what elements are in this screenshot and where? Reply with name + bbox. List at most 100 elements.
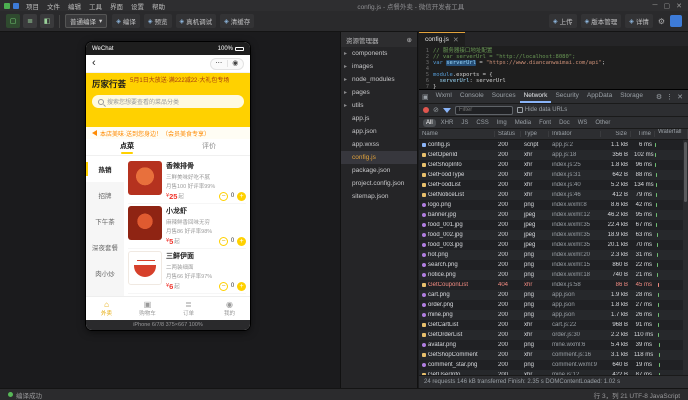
table-row[interactable]: order.png 200 png app.json 1.8 kB 27 ms — [419, 300, 688, 310]
table-row[interactable]: notice.png 200 png index.wxml:18 740 B 21 ms — [419, 270, 688, 280]
table-row[interactable]: food_001.jpg 200 jpeg index.wxml:35 22.4 kB 6… — [419, 220, 688, 230]
toolbar-button-版本管理[interactable]: ◈ 版本管理 — [580, 14, 622, 28]
filter-chip-Media[interactable]: Media — [512, 119, 534, 127]
menu-item-项目[interactable]: 项目 — [22, 1, 43, 11]
food-item-小龙虾[interactable]: 小龙虾 麻辣鲜香回味无穷 月售86 好评率98% ¥5 起 −0 + — [128, 204, 246, 249]
filter-chip-CSS[interactable]: CSS — [473, 119, 491, 127]
filter-chip-Img[interactable]: Img — [494, 119, 510, 127]
tab-点菜[interactable]: 点菜 — [86, 139, 168, 155]
column-header-Type[interactable]: Type — [521, 131, 549, 137]
food-item-三鲜伊面[interactable]: 三鲜伊面 二两装细面 月售66 好评率97% ¥6 起 −0 + — [128, 249, 246, 294]
table-row[interactable]: config.js 200 script app.js:2 1.1 kB 6 ms — [419, 140, 688, 150]
filter-chip-WS[interactable]: WS — [575, 119, 591, 127]
tabbar-item-订单[interactable]: ≣ 订单 — [168, 297, 209, 320]
toolbar-button-清缓存[interactable]: ◈ 清缓存 — [220, 14, 255, 28]
add-file-icon[interactable]: ⊕ — [407, 36, 412, 44]
network-filter-input[interactable] — [454, 105, 513, 115]
back-icon[interactable]: ‹ — [92, 58, 96, 69]
home-icon[interactable]: ◉ — [228, 60, 244, 67]
inspect-icon[interactable]: ▣ — [422, 93, 429, 101]
file-app.json[interactable]: app.json — [341, 125, 417, 138]
filter-chip-Other[interactable]: Other — [592, 119, 613, 127]
column-header-Waterfall[interactable]: Waterfall — [655, 129, 688, 139]
table-row[interactable]: comment_star.png 200 png comment.wxml:9 640 … — [419, 360, 688, 370]
file-pages[interactable]: ▸ pages — [341, 86, 417, 99]
column-header-Time[interactable]: Time — [631, 131, 655, 137]
filter-icon[interactable] — [442, 107, 451, 113]
toolbar-button-编译[interactable]: ◈ 编译 — [112, 14, 140, 28]
table-row[interactable]: GetShopInfo 200 xhr index.js:25 1.8 kB 96 ms — [419, 160, 688, 170]
devtools-tab-Wxml[interactable]: Wxml — [432, 90, 456, 103]
tab-评价[interactable]: 评价 — [168, 139, 250, 155]
devtools-tab-Storage[interactable]: Storage — [616, 90, 647, 103]
user-avatar[interactable] — [670, 15, 682, 27]
menu-item-工具[interactable]: 工具 — [85, 1, 106, 11]
table-row[interactable]: GetCartList 200 xhr cart.js:22 968 B 91 ms — [419, 320, 688, 330]
table-row[interactable]: GetShopComment 200 xhr comment.js:16 3.1 kB 1… — [419, 350, 688, 360]
file-config.js[interactable]: config.js — [341, 151, 417, 164]
column-header-Status[interactable]: Status — [495, 131, 521, 137]
table-row[interactable]: GetCouponList 404 xhr index.js:58 86 B 45 ms — [419, 280, 688, 290]
table-row[interactable]: search.png 200 png index.wxml:15 860 B 22 ms — [419, 260, 688, 270]
table-row[interactable]: GetOrderList 200 xhr order.js:30 2.2 kB 110 m… — [419, 330, 688, 340]
tabbar-item-我的[interactable]: ◉ 我的 — [209, 297, 250, 320]
plus-icon[interactable]: + — [237, 281, 246, 291]
menu-item-设置[interactable]: 设置 — [127, 1, 148, 11]
search-input[interactable]: 搜索您想要查看的菜品分类 — [92, 95, 244, 108]
more-icon[interactable]: ⋯ — [211, 60, 228, 67]
table-row[interactable]: GetFoodList 200 xhr index.js:40 5.2 kB 134 ms — [419, 180, 688, 190]
file-app.wxss[interactable]: app.wxss — [341, 138, 417, 151]
filter-chip-Font[interactable]: Font — [536, 119, 554, 127]
menu-item-界面[interactable]: 界面 — [106, 1, 127, 11]
toolbar-button-预览[interactable]: ◈ 预览 — [143, 14, 172, 28]
category-肉小炒[interactable]: 肉小炒 — [86, 260, 124, 286]
gear-icon[interactable]: ⚙ — [658, 17, 665, 26]
column-header-Size[interactable]: Size — [601, 131, 631, 137]
toolbar-button-详情[interactable]: ◈ 详情 — [625, 14, 653, 28]
devtools-close-icon[interactable]: ✕ — [677, 93, 683, 101]
filter-chip-All[interactable]: All — [423, 118, 436, 127]
table-row[interactable]: food_003.jpg 200 jpeg index.wxml:35 20.1 kB 7… — [419, 240, 688, 250]
file-components[interactable]: ▸ components — [341, 47, 417, 60]
devtools-tab-Network[interactable]: Network — [519, 90, 552, 103]
table-row[interactable]: logo.png 200 png index.wxml:8 8.6 kB 42 ms — [419, 200, 688, 210]
code-area[interactable]: 1// 服务器接口地址配置 2// var serverUrl = "http:/… — [419, 46, 688, 92]
close-icon[interactable]: ✕ — [676, 2, 682, 10]
table-row[interactable]: avatar.png 200 png mine.wxml:6 5.4 kB 39 ms — [419, 340, 688, 350]
table-row[interactable]: mine.png 200 png app.json 1.7 kB 26 ms — [419, 310, 688, 320]
column-header-Initiator[interactable]: Initiator — [549, 131, 601, 137]
devtools-gear-icon[interactable]: ⚙ — [656, 93, 662, 101]
toolbar-button-真机调试[interactable]: ◈ 真机调试 — [175, 14, 217, 28]
minus-icon[interactable]: − — [219, 191, 228, 201]
table-row[interactable]: GetUserInfo 200 xhr mine.js:12 422 B 87 ms — [419, 370, 688, 375]
devtools-tab-Sources[interactable]: Sources — [488, 90, 520, 103]
table-row[interactable]: hot.png 200 png index.wxml:20 2.3 kB 31 ms — [419, 250, 688, 260]
column-header-Name[interactable]: Name — [419, 131, 495, 137]
table-row[interactable]: GetNoticeList 200 xhr index.js:46 412 B 79 ms — [419, 190, 688, 200]
table-row[interactable]: banner.jpg 200 jpeg index.wxml:12 46.2 kB 95 … — [419, 210, 688, 220]
devtools-tab-Console[interactable]: Console — [456, 90, 488, 103]
compile-mode-dropdown[interactable]: 普通编译 ▾ — [65, 14, 108, 28]
menu-item-编辑[interactable]: 编辑 — [64, 1, 85, 11]
table-row[interactable]: food_002.jpg 200 jpeg index.wxml:35 18.9 kB 6… — [419, 230, 688, 240]
maximize-icon[interactable]: ▢ — [664, 2, 671, 10]
filter-chip-Doc[interactable]: Doc — [556, 119, 573, 127]
clear-icon[interactable]: ⊘ — [433, 107, 439, 114]
category-下午茶[interactable]: 下午茶 — [86, 208, 124, 234]
table-row[interactable]: GetOpenId 200 xhr app.js:18 356 B 102 ms — [419, 150, 688, 160]
file-app.js[interactable]: app.js — [341, 112, 417, 125]
file-project.config.json[interactable]: project.config.json — [341, 177, 417, 190]
toolbar-button-上传[interactable]: ◈ 上传 — [548, 14, 577, 28]
food-item-香辣排骨[interactable]: 香辣排骨 三鲜美味好吃不腻 月售100 好评率99% ¥25 起 −0 + — [128, 159, 246, 204]
menu-item-文件[interactable]: 文件 — [43, 1, 64, 11]
table-row[interactable]: GetFoodType 200 xhr index.js:31 642 B 88 ms — [419, 170, 688, 180]
hide-data-urls-checkbox[interactable]: Hide data URLs — [516, 107, 567, 113]
file-node_modules[interactable]: ▸ node_modules — [341, 73, 417, 86]
tabbar-item-购物车[interactable]: ▣ 购物车 — [127, 297, 168, 320]
category-企业套餐[interactable]: 企业套餐 — [86, 286, 124, 296]
menu-item-帮助[interactable]: 帮助 — [148, 1, 169, 11]
table-row[interactable]: cart.png 200 png app.json 1.9 kB 28 ms — [419, 290, 688, 300]
filter-chip-XHR[interactable]: XHR — [438, 119, 457, 127]
file-sitemap.json[interactable]: sitemap.json — [341, 190, 417, 203]
devtools-menu-icon[interactable]: ⋮ — [666, 93, 673, 101]
